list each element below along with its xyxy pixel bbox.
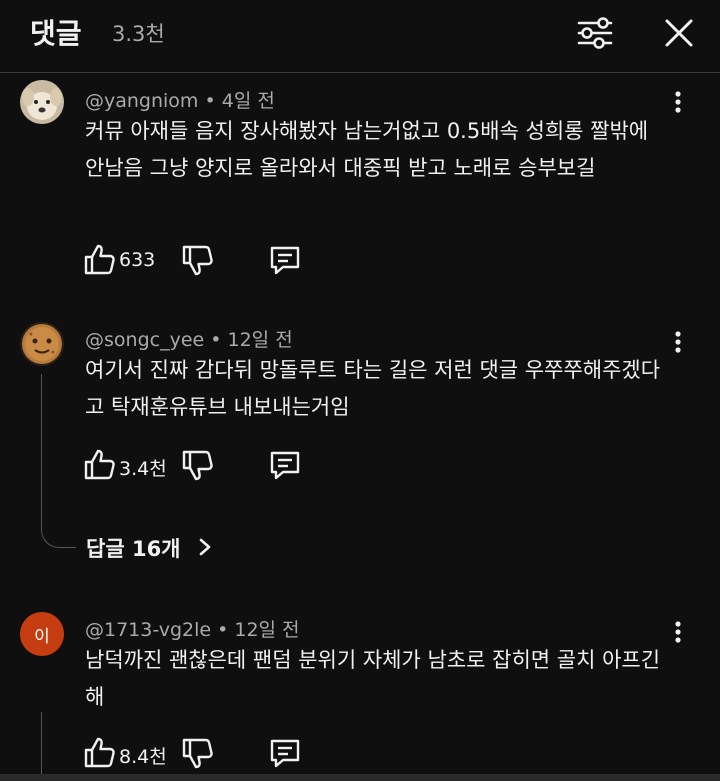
more-vert-icon <box>675 621 681 643</box>
comment-author[interactable]: @1713-vg2le <box>85 619 211 641</box>
comments-count: 3.3천 <box>112 22 165 46</box>
thumbs-up-icon <box>84 244 115 275</box>
more-vert-icon <box>675 331 681 353</box>
comment-actions: 3.4천 <box>82 447 342 483</box>
reply-button[interactable] <box>267 242 303 278</box>
reply-button[interactable] <box>267 447 303 483</box>
more-options-button[interactable] <box>664 326 692 360</box>
chevron-right-icon <box>198 537 212 561</box>
dog-avatar-icon <box>20 80 64 124</box>
comment-author[interactable]: @yangniom <box>85 90 198 112</box>
bottom-edge <box>0 774 720 781</box>
view-replies-button[interactable]: 답글 16개 <box>86 533 212 563</box>
comment-text: 여기서 진짜 감다뒤 망돌루트 타는 길은 저런 댓글 우쭈쭈해주겠다고 탁재훈… <box>85 358 661 419</box>
replies-label: 답글 16개 <box>86 537 181 561</box>
comment-author[interactable]: @songc_yee <box>85 329 204 351</box>
dislike-button[interactable] <box>180 735 216 771</box>
more-options-button[interactable] <box>664 86 692 120</box>
thumbs-up-icon <box>84 449 115 480</box>
reply-comment-icon <box>270 246 300 275</box>
thread-line <box>41 712 42 781</box>
dislike-button[interactable] <box>180 242 216 278</box>
reply-comment-icon <box>270 739 300 768</box>
comment-actions: 8.4천 <box>82 735 342 771</box>
dislike-button[interactable] <box>180 447 216 483</box>
like-count: 3.4천 <box>119 458 167 480</box>
comment-meta: @yangniom • 4일 전 <box>85 90 275 112</box>
like-count: 633 <box>119 249 156 271</box>
comment-meta: @songc_yee • 12일 전 <box>85 329 293 351</box>
thread-line <box>41 374 76 548</box>
like-button[interactable] <box>82 242 118 278</box>
more-vert-icon <box>675 91 681 113</box>
cookie-avatar-icon <box>20 322 64 366</box>
comments-title: 댓글 <box>30 17 82 50</box>
reply-button[interactable] <box>267 735 303 771</box>
avatar[interactable] <box>20 322 64 366</box>
comment-time: 4일 전 <box>221 90 275 112</box>
comment-meta: @1713-vg2le • 12일 전 <box>85 619 300 641</box>
comment-text: 남덕까진 괜찮은데 팬덤 분위기 자체가 남초로 잡히면 골치 아프긴 해 <box>85 648 661 709</box>
avatar-letter: 이 <box>34 626 50 647</box>
comment-text: 커뮤 아재들 음지 장사해봤자 남는거없고 0.5배속 성희롱 짤밖에 안남음 … <box>85 119 649 180</box>
like-button[interactable] <box>82 447 118 483</box>
filter-button[interactable] <box>574 12 616 54</box>
comment-time: 12일 전 <box>234 619 300 641</box>
thumbs-down-icon <box>182 450 213 481</box>
thumbs-down-icon <box>182 245 213 276</box>
like-count: 8.4천 <box>119 746 167 768</box>
close-icon <box>665 19 693 47</box>
comment-time: 12일 전 <box>227 329 293 351</box>
comment-actions: 633 <box>82 242 342 278</box>
sliders-icon <box>577 17 613 49</box>
thumbs-up-icon <box>84 737 115 768</box>
avatar[interactable]: 이 <box>20 612 64 656</box>
reply-comment-icon <box>270 451 300 480</box>
like-button[interactable] <box>82 735 118 771</box>
avatar[interactable] <box>20 80 64 124</box>
more-options-button[interactable] <box>664 616 692 650</box>
close-button[interactable] <box>658 12 700 54</box>
thumbs-down-icon <box>182 738 213 769</box>
comments-header: 댓글 3.3천 <box>0 0 720 73</box>
